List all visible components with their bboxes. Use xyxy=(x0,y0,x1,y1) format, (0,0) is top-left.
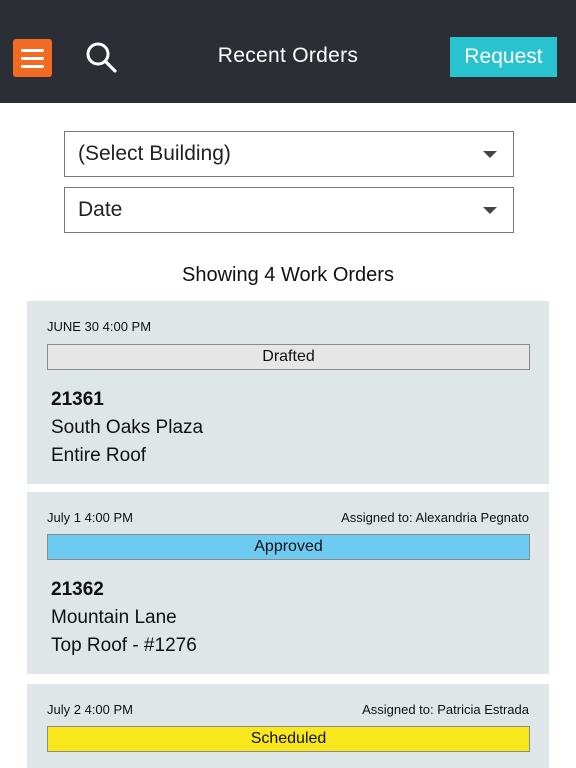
order-date: July 2 4:00 PM xyxy=(47,702,133,717)
work-order-card[interactable]: JUNE 30 4:00 PM Drafted 21361 South Oaks… xyxy=(27,301,549,484)
status-badge: Approved xyxy=(47,534,530,560)
order-area: Entire Roof xyxy=(51,445,147,466)
date-select[interactable]: Date xyxy=(64,187,514,233)
status-badge: Scheduled xyxy=(47,726,530,752)
top-bar: Recent Orders Request xyxy=(0,0,576,103)
date-select-value: Date xyxy=(78,198,123,221)
work-order-card[interactable]: July 1 4:00 PM Assigned to: Alexandria P… xyxy=(27,492,549,674)
order-date: July 1 4:00 PM xyxy=(47,510,133,525)
menu-bar-line xyxy=(21,56,44,60)
order-date: JUNE 30 4:00 PM xyxy=(47,319,152,334)
request-button[interactable]: Request xyxy=(450,37,557,77)
work-order-count: Showing 4 Work Orders xyxy=(182,264,394,286)
order-assignee: Assigned to: Patricia Estrada xyxy=(362,702,529,717)
status-badge: Drafted xyxy=(47,344,530,370)
dropdown-caret-icon xyxy=(483,151,497,158)
menu-bar-line xyxy=(21,48,44,52)
order-assignee: Assigned to: Alexandria Pegnato xyxy=(341,510,529,525)
work-order-card[interactable]: July 2 4:00 PM Assigned to: Patricia Est… xyxy=(27,684,549,768)
order-area: Top Roof - #1276 xyxy=(51,635,197,656)
dropdown-caret-icon xyxy=(483,207,497,214)
order-number: 21361 xyxy=(51,389,104,410)
order-number: 21362 xyxy=(51,579,104,600)
order-location: Mountain Lane xyxy=(51,607,177,628)
search-icon[interactable] xyxy=(84,40,120,76)
menu-bar-line xyxy=(21,64,44,68)
order-location: South Oaks Plaza xyxy=(51,417,204,438)
building-select-value: (Select Building) xyxy=(78,142,231,165)
building-select[interactable]: (Select Building) xyxy=(64,131,514,177)
hamburger-menu-icon[interactable] xyxy=(13,39,52,77)
